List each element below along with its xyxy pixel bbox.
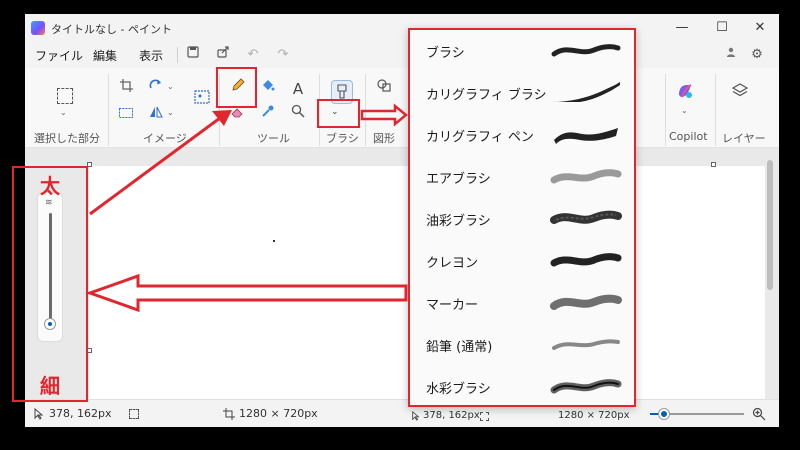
brush-item-airbrush[interactable]: エアブラシ <box>410 156 634 198</box>
canvas-resize-handle[interactable] <box>711 162 716 167</box>
thick-label: 太 <box>40 174 60 198</box>
group-label-image: イメージ <box>143 132 187 145</box>
brush-item-label: 水彩ブラシ <box>426 382 491 397</box>
brush-item-label: エアブラシ <box>426 172 491 187</box>
brush-item-calligraphy-brush[interactable]: カリグラフィ ブラシ <box>410 72 634 114</box>
menu-bar: ファイル 編集 表示 ↶ ↷ ⚙ <box>25 42 779 68</box>
close-button[interactable]: ✕ <box>743 18 777 38</box>
shapes-icon[interactable] <box>373 78 395 100</box>
brush-stroke-preview-icon <box>550 169 622 184</box>
selection-chevron-icon[interactable]: ⌄ <box>60 108 67 117</box>
pencil-highlight-box <box>216 67 257 108</box>
brush-item-label: 鉛筆 (通常) <box>426 340 493 355</box>
flip-icon[interactable] <box>145 104 167 126</box>
layers-icon[interactable] <box>731 82 749 100</box>
text-tool-icon[interactable]: A <box>287 78 309 100</box>
thin-label: 細 <box>40 374 60 398</box>
magnifier-icon[interactable] <box>287 104 309 126</box>
paint-window: タイトルなし - ペイント — ☐ ✕ ファイル 編集 表示 ↶ ↷ ⚙ ⌄ 選… <box>25 14 779 427</box>
image-select-icon[interactable] <box>191 90 213 112</box>
menu-divider <box>177 47 178 63</box>
brush-stroke-preview-icon <box>550 379 622 394</box>
rotate-chevron-icon[interactable]: ⌄ <box>167 82 174 91</box>
brush-stroke-preview-icon <box>554 128 618 144</box>
save-icon[interactable] <box>183 45 203 65</box>
canvas-workspace: ≋ <box>25 148 779 399</box>
menu-file[interactable]: ファイル <box>33 46 85 65</box>
secondary-status-bar: 378, 162px 1280 × 720px <box>408 407 636 427</box>
canvas-size: 1280 × 720px <box>558 410 630 421</box>
cursor-position-icon <box>411 410 421 421</box>
brush-stroke-preview-icon <box>551 44 621 57</box>
brush-item-label: カリグラフィ ペン <box>426 130 534 145</box>
minimize-button[interactable]: — <box>665 18 699 38</box>
brush-stroke-preview-icon <box>552 339 620 350</box>
brush-type-menu: ブラシ カリグラフィ ブラシ カリグラフィ ペン エアブラシ 油彩ブラシ クレヨ… <box>408 28 636 407</box>
flip-chevron-icon[interactable]: ⌄ <box>167 108 174 117</box>
brush-stroke-preview-icon <box>552 82 620 102</box>
brush-item-crayon[interactable]: クレヨン <box>410 240 634 282</box>
group-label-shapes: 図形 <box>373 132 395 145</box>
brush-item-label: ブラシ <box>426 46 465 61</box>
cursor-position: 378, 162px <box>49 407 112 420</box>
menu-edit[interactable]: 編集 <box>91 46 119 65</box>
fill-bucket-icon[interactable] <box>257 78 279 100</box>
menu-view[interactable]: 表示 <box>137 46 165 65</box>
brush-item-brush[interactable]: ブラシ <box>410 30 634 72</box>
color-picker-icon[interactable] <box>257 104 279 126</box>
group-label-brushes: ブラシ <box>326 132 359 145</box>
undo-icon[interactable]: ↶ <box>243 45 263 65</box>
copilot-chevron-icon[interactable]: ⌄ <box>681 106 688 115</box>
vertical-scrollbar[interactable] <box>767 160 773 290</box>
share-icon[interactable] <box>213 45 233 65</box>
brush-stroke-preview-icon <box>550 253 622 267</box>
redo-icon[interactable]: ↷ <box>273 45 293 65</box>
cursor-position: 378, 162px <box>423 410 480 421</box>
crop-icon[interactable] <box>115 78 137 100</box>
paint-app-icon <box>31 21 45 35</box>
ribbon-divider <box>108 74 109 146</box>
brush-item-oil-brush[interactable]: 油彩ブラシ <box>410 198 634 240</box>
group-label-tools: ツール <box>257 132 290 145</box>
brush-item-calligraphy-pen[interactable]: カリグラフィ ペン <box>410 114 634 156</box>
cursor-position-icon <box>33 407 45 420</box>
brush-item-label: カリグラフィ ブラシ <box>426 88 547 103</box>
zoom-slider-thumb[interactable] <box>659 409 669 419</box>
brush-dropdown-highlight-box: ⌄ <box>317 99 360 128</box>
brush-stroke-preview-icon <box>550 210 622 224</box>
window-title: タイトルなし - ペイント <box>51 23 172 36</box>
selection-icon[interactable] <box>57 88 73 104</box>
title-bar: タイトルなし - ペイント — ☐ ✕ <box>25 14 779 42</box>
status-bar: 378, 162px 1280 × 720px <box>25 399 779 427</box>
copilot-icon[interactable] <box>676 82 694 100</box>
ribbon-divider <box>365 74 366 146</box>
maximize-button[interactable]: ☐ <box>705 18 739 38</box>
zoom-in-icon[interactable] <box>752 407 766 421</box>
brush-dropdown-chevron-icon[interactable]: ⌄ <box>331 107 339 117</box>
ribbon-toolbar: ⌄ 選択した部分 ⌄ ⌄ イメージ A ツール ブラシ 図形 ⌄ Copilot… <box>25 68 779 148</box>
group-label-selection: 選択した部分 <box>34 132 100 145</box>
resize-icon[interactable] <box>115 104 137 126</box>
canvas-size-icon <box>223 408 235 420</box>
brush-item-label: クレヨン <box>426 256 479 271</box>
group-label-copilot: Copilot <box>669 130 708 143</box>
rotate-icon[interactable] <box>145 78 167 100</box>
brush-item-watercolor[interactable]: 水彩ブラシ <box>410 366 634 408</box>
group-label-layers: レイヤー <box>722 132 766 145</box>
canvas-dot <box>273 240 275 242</box>
selection-size-icon <box>129 409 139 419</box>
account-icon[interactable] <box>721 45 741 65</box>
canvas-size: 1280 × 720px <box>239 407 318 420</box>
ribbon-divider <box>665 74 666 146</box>
brush-item-label: マーカー <box>426 298 479 313</box>
brush-item-pencil[interactable]: 鉛筆 (通常) <box>410 324 634 366</box>
settings-gear-icon[interactable]: ⚙ <box>747 45 767 65</box>
brush-item-label: 油彩ブラシ <box>426 214 491 229</box>
brush-size-highlight-box: 太 細 <box>12 166 88 402</box>
brush-item-marker[interactable]: マーカー <box>410 282 634 324</box>
selection-size-icon <box>480 412 489 421</box>
ribbon-divider <box>715 74 716 146</box>
brush-stroke-preview-icon <box>550 294 622 310</box>
